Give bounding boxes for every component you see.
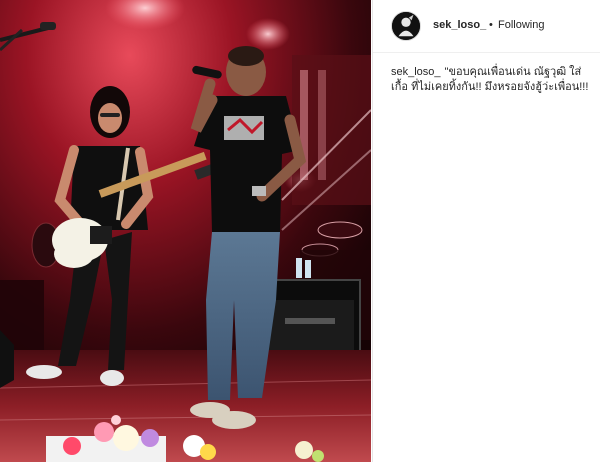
instagram-post-view: sek_loso_ • Following sek_loso_ "ขอบคุณเพ…	[0, 0, 600, 462]
post-header: sek_loso_ • Following	[373, 0, 600, 53]
caption-username-link[interactable]: sek_loso_	[391, 66, 441, 78]
separator-dot: •	[489, 19, 493, 31]
post-caption: sek_loso_ "ขอบคุณเพื่อนเด่น ณัฐวุฒิ ใส่เก…	[391, 65, 596, 95]
following-button[interactable]: Following	[498, 19, 544, 32]
username-link[interactable]: sek_loso_	[433, 19, 486, 32]
profile-avatar-icon[interactable]	[391, 11, 421, 41]
post-photo[interactable]	[0, 0, 371, 462]
post-sidebar: sek_loso_ • Following sek_loso_ "ขอบคุณเพ…	[372, 0, 600, 462]
avatar-image	[392, 12, 420, 40]
concert-photo-illustration	[0, 0, 371, 462]
